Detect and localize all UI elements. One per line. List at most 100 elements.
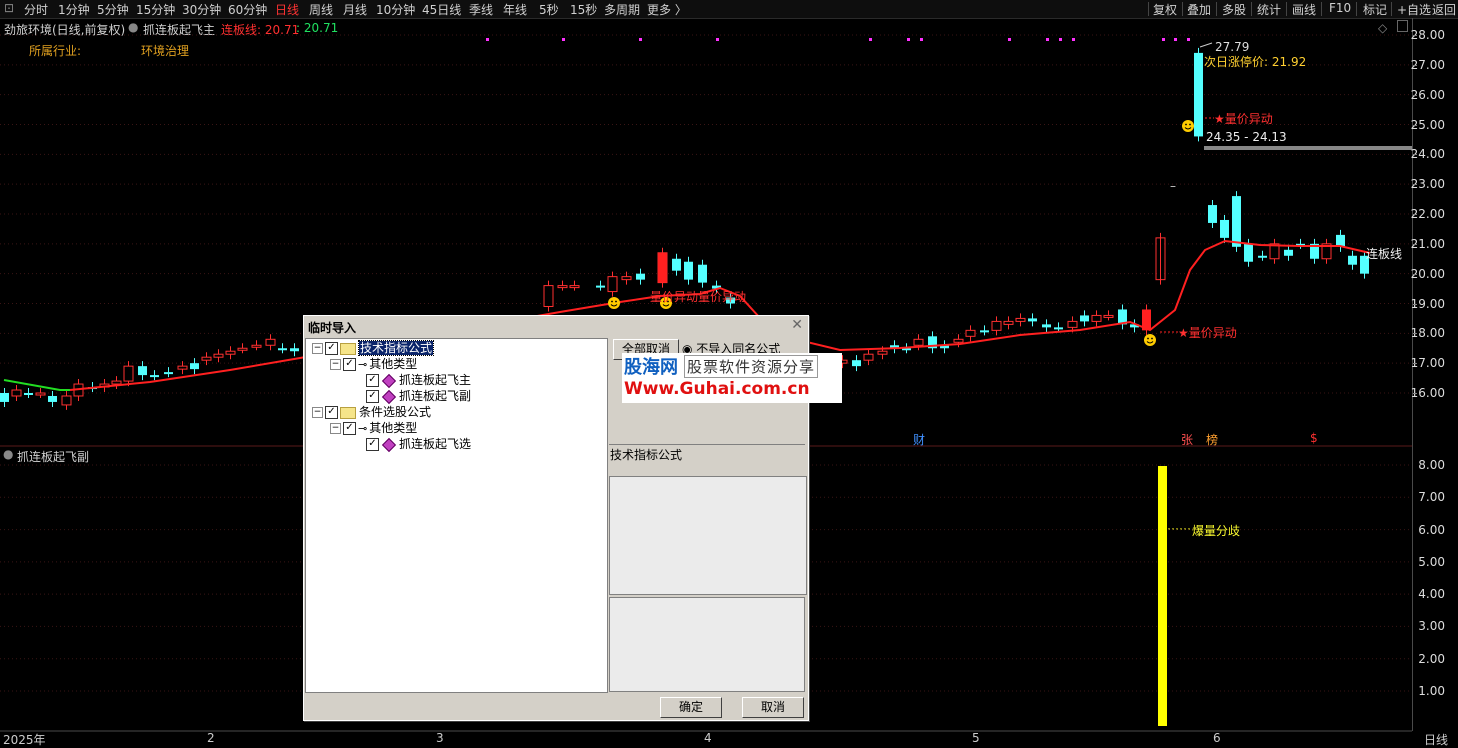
candle <box>852 360 861 367</box>
formula-tree: − ✓ 技术指标公式 − ✓ ⊸ 其他类型 ✓ 抓连板起飞主 ✓ 抓连板起飞副 − ✓ 条件选股公… <box>305 338 608 693</box>
sub-y-label: 4.00 <box>1418 587 1445 602</box>
candle <box>213 353 224 358</box>
folder-icon <box>340 406 356 419</box>
price-axis: 28.00 27.00 26.00 25.00 24.00 23.00 22.00 21.00… <box>1411 18 1458 731</box>
smiley-icon <box>1182 120 1194 132</box>
formula-icon <box>381 389 397 404</box>
candle <box>1232 196 1241 247</box>
watermark-logo: 股海网 股票软件资源分享 Www.Guhai.com.cn <box>622 353 842 403</box>
qty-anomaly-label-top: ★量价异动 <box>1214 112 1273 126</box>
candle <box>1348 255 1357 265</box>
tree-node-select-formula[interactable]: ✓ 抓连板起飞选 <box>366 437 471 452</box>
sub-indicator-name[interactable]: 抓连板起飞副 <box>17 448 89 465</box>
candle <box>1015 317 1026 322</box>
ok-button[interactable]: 确定 <box>660 697 722 718</box>
detail-box[interactable] <box>609 597 805 692</box>
candle <box>123 365 134 382</box>
candle <box>569 285 580 289</box>
tree-node-sub-formula[interactable]: ✓ 抓连板起飞副 <box>366 389 471 404</box>
watermark-brand: 股海网 <box>624 357 678 378</box>
candle <box>61 395 72 406</box>
candle <box>607 276 618 293</box>
x-label-jun: 6 <box>1213 731 1221 745</box>
checkbox[interactable]: ✓ <box>366 374 379 387</box>
cancel-button[interactable]: 取消 <box>742 697 804 718</box>
watermark-url: Www.Guhai.com.cn <box>624 379 810 399</box>
candle <box>991 320 1002 331</box>
candle <box>164 372 173 375</box>
close-icon[interactable]: ✕ <box>791 317 803 333</box>
candle <box>1244 243 1253 262</box>
checkbox[interactable]: ✓ <box>343 358 356 371</box>
candle <box>278 348 287 351</box>
collapse-icon[interactable]: − <box>312 343 323 354</box>
candle <box>190 363 199 370</box>
qty-anomaly-label-left: 量价异动量价异动 <box>650 290 747 304</box>
limit-mark[interactable]: 张 <box>1181 431 1193 448</box>
sub-y-label: 6.00 <box>1418 522 1445 537</box>
collapse-icon[interactable]: − <box>330 359 341 370</box>
x-label-apr: 4 <box>704 731 712 745</box>
tree-node-tech-formula[interactable]: − ✓ 技术指标公式 <box>312 340 435 356</box>
tree-node-main-formula[interactable]: ✓ 抓连板起飞主 <box>366 373 471 388</box>
candle <box>138 366 147 376</box>
candle <box>290 348 299 352</box>
candle <box>658 252 667 283</box>
sub-toggle-icon[interactable]: ● <box>3 447 13 461</box>
smiley-icon <box>1144 334 1156 346</box>
checkbox[interactable]: ✓ <box>325 406 338 419</box>
candle <box>35 392 46 396</box>
checkbox[interactable]: ✓ <box>366 390 379 403</box>
type-box: 技术指标公式 <box>609 444 805 472</box>
candle <box>251 344 262 348</box>
key-icon: ⊸ <box>358 422 368 435</box>
dialog-titlebar[interactable]: 临时导入 ✕ <box>304 316 808 336</box>
tree-node-other-type-1[interactable]: − ✓ ⊸ 其他类型 <box>330 357 417 372</box>
formula-icon <box>381 373 397 388</box>
dollar-mark[interactable]: $ <box>1310 431 1318 445</box>
candle <box>953 338 964 343</box>
candle <box>1080 315 1089 322</box>
import-dialog: 临时导入 ✕ − ✓ 技术指标公式 − ✓ ⊸ 其他类型 ✓ 抓连板起飞主 ✓ 抓连板起飞副 … <box>303 315 842 721</box>
candle <box>1258 255 1267 258</box>
back-button[interactable]: 返回 <box>1432 1 1456 18</box>
candle <box>1067 320 1078 328</box>
sub-y-label: 2.00 <box>1418 651 1445 666</box>
candle <box>672 258 681 271</box>
candle <box>965 329 976 337</box>
line-name-label: 连板线 <box>1366 247 1403 261</box>
candle <box>111 380 122 385</box>
range-label: 24.35 - 24.13 <box>1206 130 1287 144</box>
type-label: 技术指标公式 <box>610 448 683 462</box>
collapse-icon[interactable]: − <box>312 407 323 418</box>
formula-icon <box>381 437 397 452</box>
watermark-slogan: 股票软件资源分享 <box>684 355 819 378</box>
folder-icon <box>340 342 356 355</box>
candle <box>1103 314 1114 318</box>
period-label: 日线 <box>1424 733 1449 747</box>
candle <box>863 353 874 361</box>
candle <box>980 330 989 333</box>
candle <box>877 350 888 355</box>
finance-mark[interactable]: 财 <box>913 431 925 448</box>
x-label-feb: 2 <box>207 731 215 745</box>
rank-mark[interactable]: 榜 <box>1206 431 1218 448</box>
collapse-icon[interactable]: − <box>330 423 341 434</box>
candle <box>1284 249 1293 256</box>
candle <box>177 365 188 370</box>
candle <box>1091 314 1102 322</box>
candle <box>621 276 632 281</box>
tree-node-condition-formula[interactable]: − ✓ 条件选股公式 <box>312 405 431 420</box>
svg-text:–: – <box>1170 179 1176 193</box>
candle <box>1220 219 1229 238</box>
candle <box>24 393 33 395</box>
description-box[interactable] <box>609 476 807 595</box>
candle <box>1208 205 1217 223</box>
sub-y-label: 3.00 <box>1418 619 1445 634</box>
checkbox[interactable]: ✓ <box>366 438 379 451</box>
tree-node-other-type-2[interactable]: − ✓ ⊸ 其他类型 <box>330 421 417 436</box>
candle <box>913 338 924 346</box>
checkbox[interactable]: ✓ <box>343 422 356 435</box>
checkbox[interactable]: ✓ <box>325 342 338 355</box>
burst-volume-label: 爆量分歧 <box>1192 524 1241 538</box>
